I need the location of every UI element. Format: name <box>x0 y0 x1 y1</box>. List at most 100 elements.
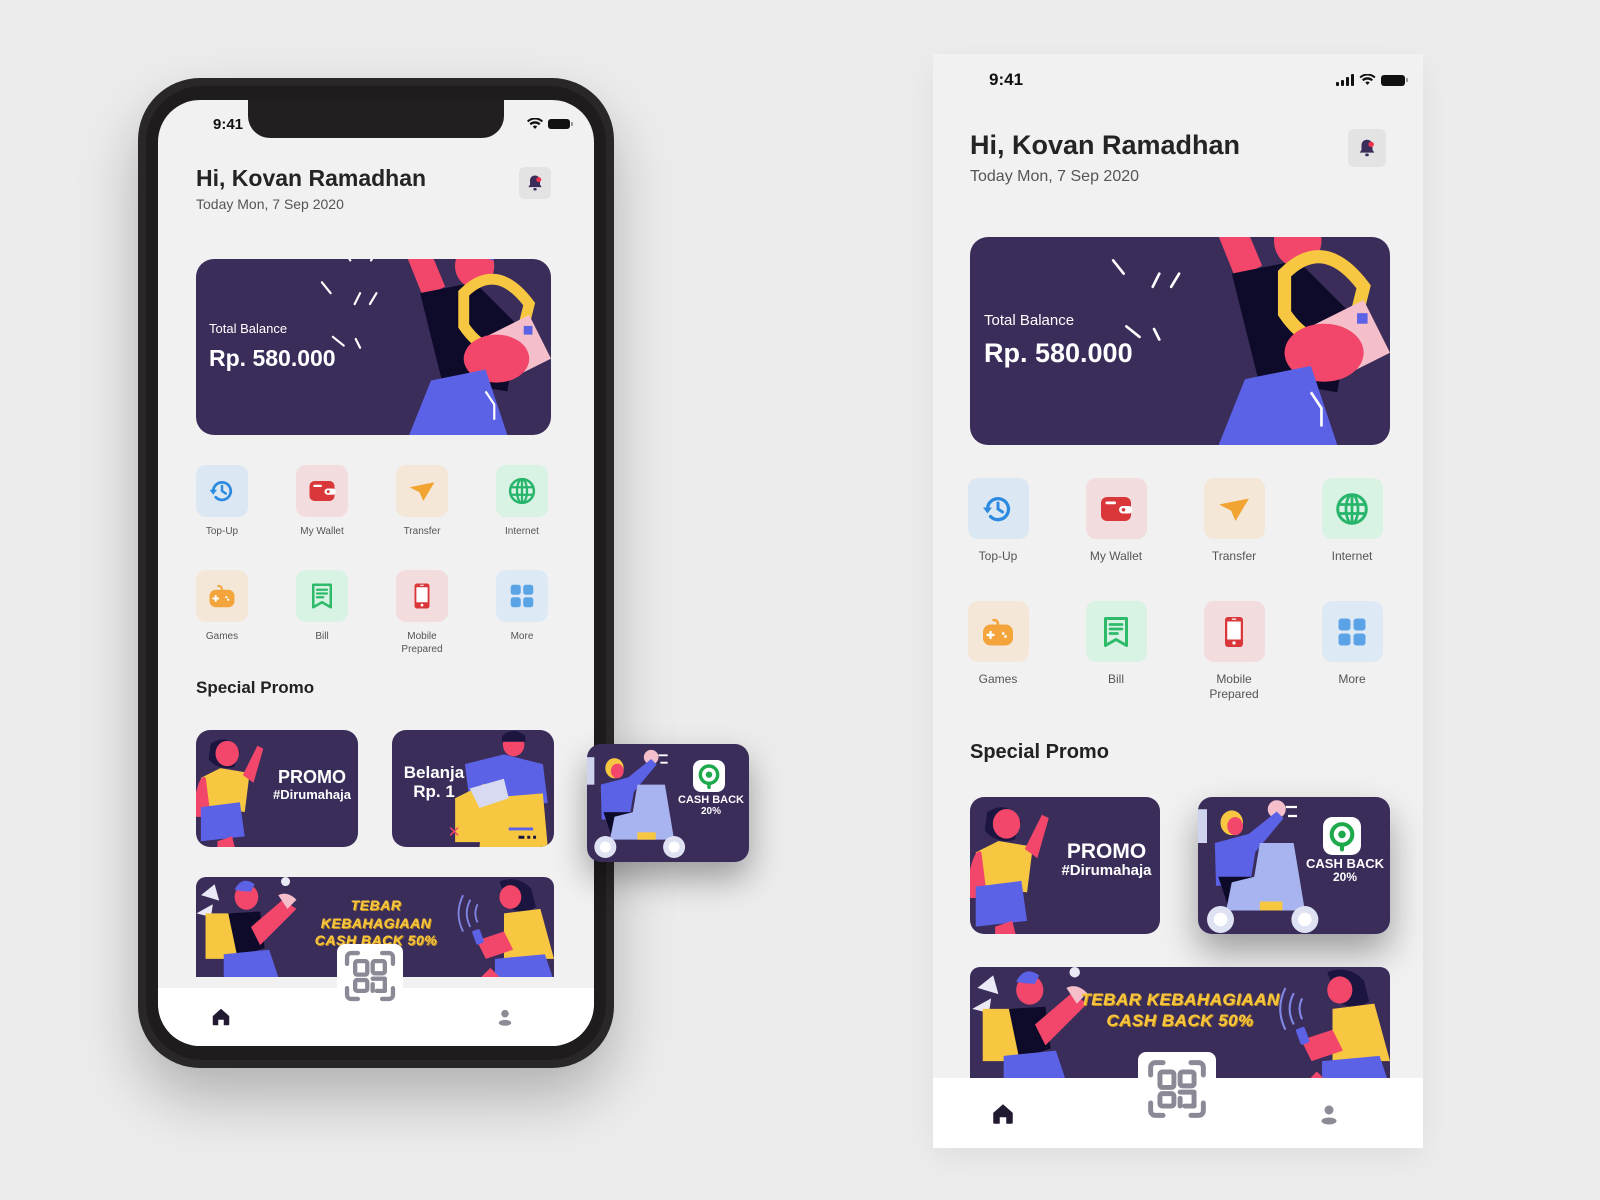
status-bar: 9:41 <box>933 68 1423 92</box>
phone-notch <box>248 100 504 138</box>
paper-plane-icon <box>1216 491 1252 527</box>
menu-item-internet[interactable]: Internet <box>492 465 552 539</box>
menu-item-transfer[interactable]: Transfer <box>1199 478 1269 564</box>
menu-item-mobile-prepared[interactable]: Mobile Prepared <box>392 570 452 656</box>
menu-item-more[interactable]: More <box>1317 601 1387 687</box>
wallet-icon <box>1098 491 1134 527</box>
menu-item-top-up[interactable]: Top-Up <box>192 465 252 539</box>
smartphone-icon <box>1216 614 1252 650</box>
menu-label: More <box>1338 672 1366 686</box>
menu-item-top-up[interactable]: Top-Up <box>963 478 1033 564</box>
tab-profile[interactable] <box>1313 1098 1345 1130</box>
balance-card[interactable]: Total Balance Rp. 580.000 <box>970 237 1390 445</box>
promo-card-title: PROMO #Dirumahaja <box>266 767 358 802</box>
promo-card-title: PROMO #Dirumahaja <box>1054 840 1159 880</box>
wallet-icon <box>307 476 337 506</box>
menu-label: Games <box>205 631 239 642</box>
menu-item-internet[interactable]: Internet <box>1317 478 1387 564</box>
gojek-logo-icon <box>693 760 725 792</box>
menu-tile <box>1321 601 1383 662</box>
menu-item-my-wallet[interactable]: My Wallet <box>1081 478 1151 564</box>
special-promo-title: Special Promo <box>196 678 315 697</box>
promo-line2: #Dirumahaja <box>272 786 352 802</box>
scan-qr-button[interactable] <box>337 944 403 1008</box>
bell-icon <box>525 173 545 193</box>
menu-label: Internet <box>1331 549 1373 563</box>
menu-label: Bill <box>1107 672 1124 686</box>
globe-icon <box>1334 491 1370 527</box>
grid-icon <box>507 581 537 611</box>
promo-box-illustration <box>444 730 554 847</box>
menu-label: Top-Up <box>205 526 239 537</box>
cashback-line2: 20% <box>1332 870 1358 885</box>
promo-card-belanja[interactable]: Belanja Rp. 1 <box>392 730 554 847</box>
promo-card-cashback[interactable]: CASH BACK 20% <box>1198 797 1390 934</box>
receipt-icon <box>1098 614 1134 650</box>
menu-label-line1: Mobile <box>407 631 437 642</box>
menu-item-more[interactable]: More <box>492 570 552 644</box>
greeting: Hi, Kovan Ramadhan <box>970 130 1241 160</box>
balance-card[interactable]: Total Balance Rp. 580.000 <box>196 259 551 435</box>
tab-profile[interactable] <box>490 1002 520 1032</box>
current-date: Today Mon, 7 Sep 2020 <box>970 168 1140 185</box>
menu-tile <box>1203 478 1265 539</box>
notification-button[interactable] <box>519 167 551 199</box>
menu-item-mobile-prepared[interactable]: Mobile Prepared <box>1199 601 1269 702</box>
greeting: Hi, Kovan Ramadhan <box>196 165 427 191</box>
cashback-line1: CASH BACK <box>1306 856 1384 871</box>
current-date: Today Mon, 7 Sep 2020 <box>196 196 344 212</box>
menu-item-bill[interactable]: Bill <box>1081 601 1151 687</box>
menu-tile <box>196 465 248 517</box>
scan-qr-button[interactable] <box>1138 1052 1216 1126</box>
system-icons <box>1336 74 1408 86</box>
menu-tile <box>1321 478 1383 539</box>
menu-label: Top-Up <box>978 549 1018 563</box>
menu-tile <box>296 570 348 622</box>
menu-item-bill[interactable]: Bill <box>292 570 352 644</box>
balance-illustration <box>311 259 551 435</box>
balance-illustration <box>1100 237 1390 445</box>
receipt-icon <box>307 581 337 611</box>
menu-label-line2: Prepared <box>401 643 443 655</box>
menu-label: Transfer <box>1211 549 1257 563</box>
gamepad-icon <box>207 581 237 611</box>
menu-tile <box>196 570 248 622</box>
tab-home[interactable] <box>987 1098 1019 1130</box>
menu-tile <box>967 601 1029 662</box>
menu-label: My Wallet <box>300 526 344 537</box>
system-icons <box>527 118 573 130</box>
promo-card-dirumahaja[interactable]: PROMO #Dirumahaja <box>970 797 1160 934</box>
promo-line2: #Dirumahaja <box>1061 862 1152 880</box>
signal-icon <box>1336 74 1354 86</box>
banner-headline: TEBAR KEBAHAGIAAN CASH BACK 50% <box>296 897 456 950</box>
menu-tile <box>496 570 548 622</box>
wifi-icon <box>1359 74 1376 85</box>
banner-line1: TEBAR KEBAHAGIAAN <box>1080 990 1280 1009</box>
gamepad-icon <box>980 614 1016 650</box>
wifi-icon <box>527 118 543 129</box>
balance-label: Total Balance <box>984 312 1075 329</box>
promo-card-cashback-floating[interactable]: CASH BACK 20% <box>587 744 749 862</box>
menu-item-games[interactable]: Games <box>192 570 252 644</box>
banner-line2: CASH BACK 50% <box>1106 1011 1254 1031</box>
menu-item-my-wallet[interactable]: My Wallet <box>292 465 352 539</box>
menu-tile <box>296 465 348 517</box>
menu-tile <box>1085 601 1147 662</box>
promo-card-dirumahaja[interactable]: PROMO #Dirumahaja <box>196 730 358 847</box>
menu-item-games[interactable]: Games <box>963 601 1033 687</box>
tab-home[interactable] <box>206 1002 236 1032</box>
menu-tile <box>496 465 548 517</box>
menu-item-transfer[interactable]: Transfer <box>392 465 452 539</box>
menu-label-line2: Prepared <box>1209 687 1259 701</box>
special-promo-title: Special Promo <box>970 741 1109 763</box>
cashback-line2: 20% <box>700 806 721 818</box>
grid-icon <box>1334 614 1370 650</box>
menu-tile <box>1085 478 1147 539</box>
menu-label: Internet <box>505 526 539 537</box>
menu-tile <box>396 465 448 517</box>
menu-label: Games <box>978 672 1018 686</box>
banner-right-illustration <box>1275 967 1390 1082</box>
menu-tile <box>967 478 1029 539</box>
notification-button[interactable] <box>1348 129 1386 167</box>
banner-headline: TEBAR KEBAHAGIAAN CASH BACK 50% <box>1080 989 1280 1032</box>
